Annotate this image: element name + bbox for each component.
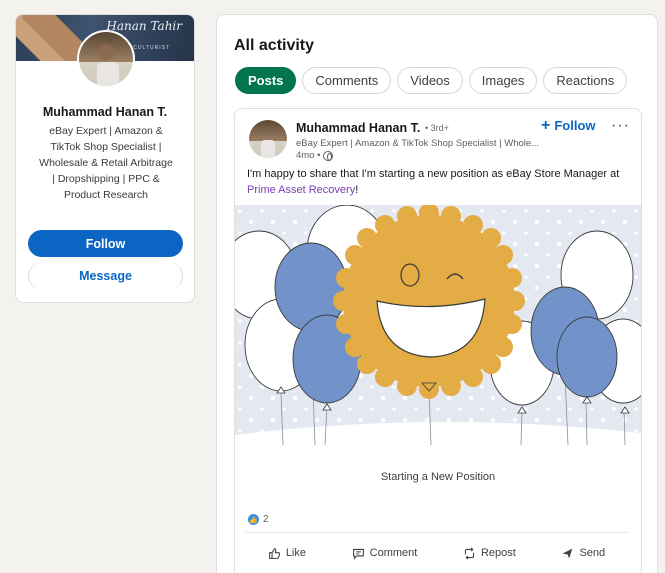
message-button[interactable]: Message	[28, 263, 183, 289]
post-follow-button[interactable]: + Follow	[541, 116, 596, 134]
post-card: Muhammad Hanan T. • 3rd+ eBay Expert | A…	[234, 108, 642, 573]
post-action-bar: Like Comment Repost Send	[245, 539, 628, 567]
thumbs-up-icon	[268, 547, 280, 559]
post-text: I'm happy to share that I'm starting a n…	[247, 166, 637, 198]
comment-button[interactable]: Comment	[352, 547, 418, 560]
post-follow-label: Follow	[554, 118, 596, 133]
comment-label: Comment	[369, 547, 418, 559]
post-text-body: I'm happy to share that I'm starting a n…	[247, 168, 620, 180]
reaction-count: 2	[263, 514, 269, 525]
like-reaction-icon: 👍	[248, 514, 259, 525]
tab-videos[interactable]: Videos	[397, 67, 463, 94]
activity-title: All activity	[234, 37, 315, 54]
send-label: Send	[579, 547, 606, 559]
banner-signature: Hanan Tahir	[106, 19, 182, 33]
avatar[interactable]	[77, 30, 135, 88]
reaction-summary[interactable]: 👍 2	[248, 514, 269, 525]
illustration-caption: Starting a New Position	[380, 471, 496, 483]
profile-headline: eBay Expert | Amazon & TikTok Shop Speci…	[39, 125, 173, 201]
follow-button[interactable]: Follow	[28, 230, 183, 257]
activity-panel: All activity Posts Comments Videos Image…	[216, 14, 658, 573]
tab-images[interactable]: Images	[468, 67, 538, 94]
plus-icon: +	[541, 116, 551, 134]
comment-icon	[352, 548, 364, 560]
repost-button[interactable]: Repost	[463, 546, 516, 560]
post-author-headline: eBay Expert | Amazon & TikTok Shop Speci…	[296, 138, 540, 149]
profile-name[interactable]: Muhammad Hanan T.	[16, 105, 194, 119]
connection-degree: • 3rd+	[425, 123, 449, 133]
post-timestamp: 4mo •	[296, 150, 334, 161]
repost-label: Repost	[480, 547, 516, 559]
like-label: Like	[285, 547, 306, 559]
post-author-avatar[interactable]	[249, 120, 287, 158]
new-position-illustration[interactable]	[235, 205, 641, 450]
send-icon	[563, 548, 573, 558]
like-button[interactable]: Like	[268, 547, 306, 560]
post-text-end: !	[355, 184, 359, 196]
globe-icon	[323, 150, 334, 161]
profile-card: Hanan Tahir HORTICULTURIST Muhammad Hana…	[15, 14, 195, 303]
smiley-sun-icon	[333, 205, 525, 399]
post-time-text: 4mo •	[296, 150, 321, 161]
company-link[interactable]: Prime Asset Recovery	[247, 184, 355, 196]
tab-comments[interactable]: Comments	[302, 67, 392, 94]
more-options-icon[interactable]: ···	[611, 117, 630, 135]
repost-icon	[464, 546, 475, 560]
activity-tabs: Posts Comments Videos Images Reactions	[235, 67, 628, 94]
post-author-name[interactable]: Muhammad Hanan T.	[296, 121, 420, 135]
post-divider	[245, 532, 628, 533]
send-button[interactable]: Send	[561, 547, 605, 560]
tab-posts[interactable]: Posts	[235, 67, 297, 94]
tab-reactions[interactable]: Reactions	[543, 67, 628, 94]
